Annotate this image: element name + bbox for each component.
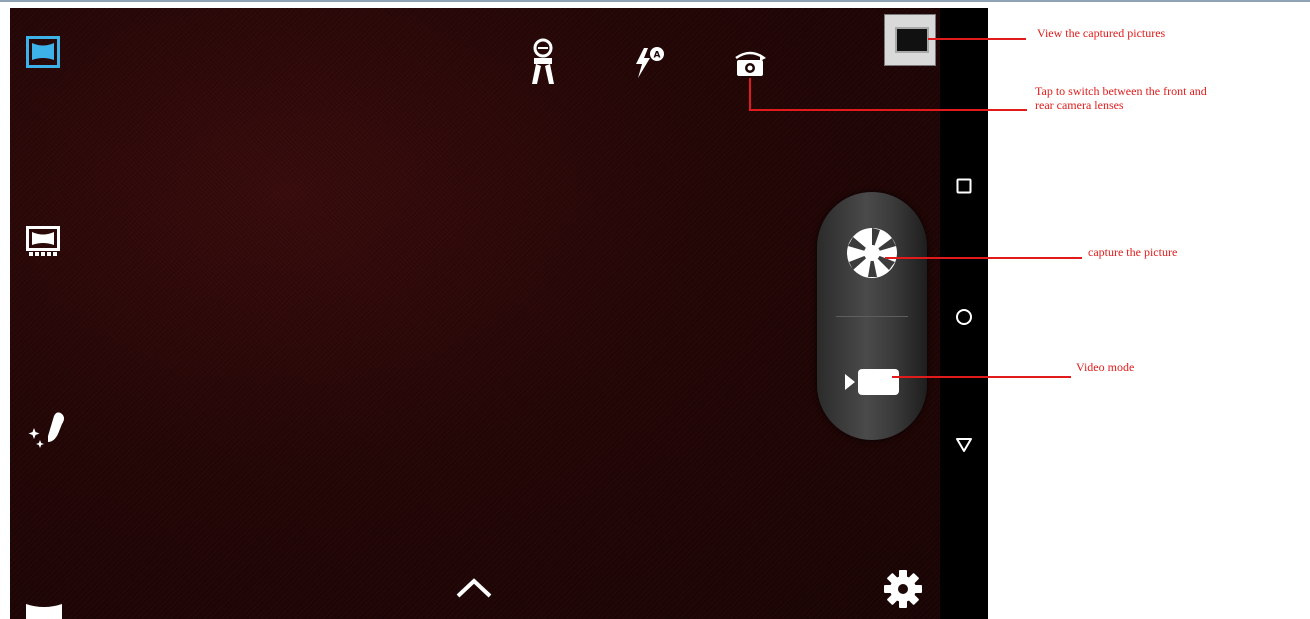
video-mode-button[interactable] — [843, 366, 901, 398]
video-camera-icon — [845, 369, 899, 395]
panorama-mode-icon[interactable] — [26, 36, 60, 68]
camera-viewfinder[interactable] — [10, 8, 940, 619]
video-callout-line — [892, 376, 1071, 378]
back-icon[interactable] — [955, 436, 973, 454]
portrait-mode-icon[interactable] — [24, 600, 64, 619]
photo-sphere-mode-icon[interactable] — [26, 226, 60, 258]
switch-camera-callout-line — [749, 109, 1027, 111]
capture-callout-line — [885, 257, 1082, 259]
capture-callout-text: capture the picture — [1088, 245, 1178, 259]
settings-gear-icon[interactable] — [883, 569, 923, 609]
shutter-icon — [847, 228, 897, 278]
gallery-thumbnail[interactable] — [884, 14, 936, 66]
thumbnail-image — [895, 27, 929, 53]
home-icon[interactable] — [955, 308, 973, 326]
svg-text:A: A — [654, 51, 661, 61]
effects-mode-icon[interactable] — [26, 408, 72, 454]
hdr-scene-icon[interactable] — [528, 38, 560, 86]
switch-camera-callout-stem — [749, 78, 751, 111]
window-top-border — [0, 0, 1310, 2]
switch-camera-icon[interactable] — [730, 48, 770, 78]
shutter-button[interactable] — [845, 226, 899, 280]
video-callout-text: Video mode — [1076, 360, 1135, 374]
switch-camera-callout-text-1: Tap to switch between the front and — [1035, 84, 1207, 98]
recent-apps-icon[interactable] — [956, 178, 972, 194]
switch-camera-callout-text-2: rear camera lenses — [1035, 98, 1124, 112]
chevron-up-icon[interactable] — [454, 576, 494, 600]
gallery-callout-text: View the captured pictures — [1037, 26, 1166, 40]
gallery-callout-line — [928, 38, 1026, 40]
shutter-panel-divider — [836, 316, 908, 317]
flash-auto-icon[interactable]: A — [632, 44, 668, 80]
